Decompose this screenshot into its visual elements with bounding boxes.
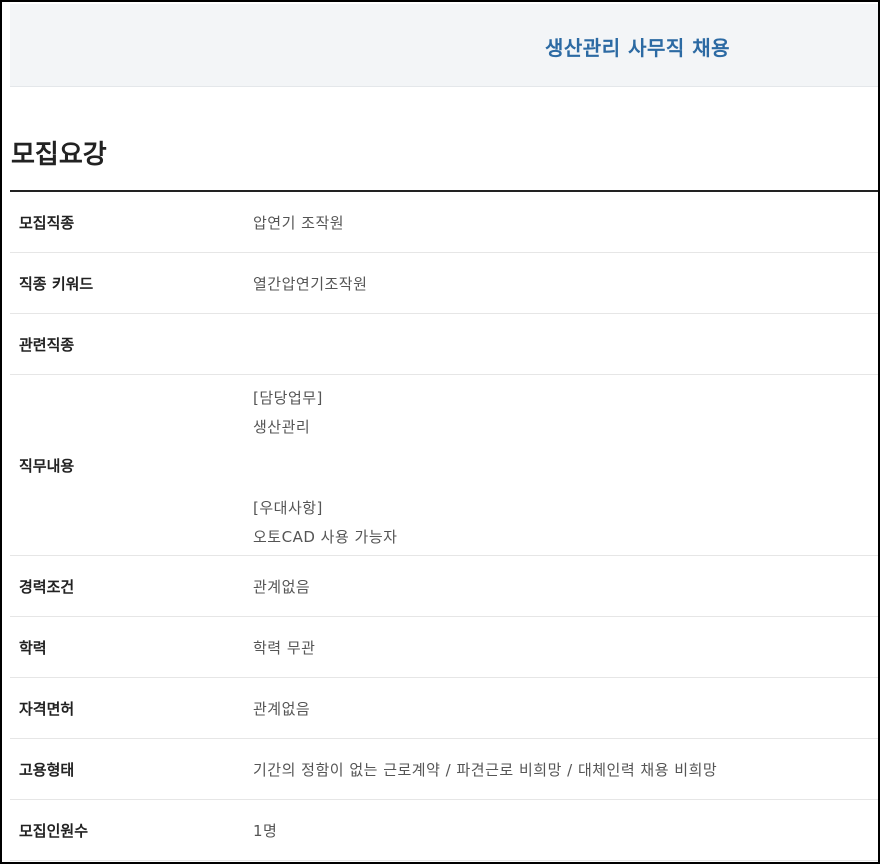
row-label: 모집직종: [19, 213, 75, 232]
table-row-job-category: 모집직종 압연기 조작원: [10, 192, 878, 253]
section-title: 모집요강: [11, 140, 107, 170]
row-value: 압연기 조작원: [253, 213, 345, 232]
job-description-text: [담당업무] 생산관리 [우대사항] 오토CAD 사용 가능자: [253, 384, 397, 552]
table-row-keyword: 직종 키워드 열간압연기조작원: [10, 253, 878, 314]
row-label: 고용형태: [19, 760, 75, 779]
job-posting-panel: 생산관리 사무직 채용 모집요강 모집직종 압연기 조작원 직종 키워드 열간압…: [0, 0, 880, 864]
row-label: 관련직종: [19, 335, 75, 354]
table-row-employment-type: 고용형태 기간의 정함이 없는 근로계약 / 파견근로 비희망 / 대체인력 채…: [10, 739, 878, 800]
table-row-related-category: 관련직종: [10, 314, 878, 375]
row-label: 학력: [19, 638, 47, 657]
row-value: 열간압연기조작원: [253, 274, 368, 293]
table-row-experience: 경력조건 관계없음: [10, 556, 878, 617]
row-label: 자격면허: [19, 699, 75, 718]
row-value: 학력 무관: [253, 638, 316, 657]
job-title: 생산관리 사무직 채용: [545, 36, 731, 60]
table-row-license: 자격면허 관계없음: [10, 678, 878, 739]
row-label: 경력조건: [19, 577, 75, 596]
duties-heading: [담당업무]: [253, 389, 323, 407]
row-label: 직무내용: [19, 456, 75, 475]
row-value: 1명: [253, 821, 278, 840]
row-value: 관계없음: [253, 577, 311, 596]
preferences-heading: [우대사항]: [253, 499, 323, 517]
row-label: 모집인원수: [19, 821, 89, 840]
row-value: 관계없음: [253, 699, 311, 718]
table-row-education: 학력 학력 무관: [10, 617, 878, 678]
posting-header: 생산관리 사무직 채용: [10, 4, 878, 87]
row-label: 직종 키워드: [19, 274, 94, 293]
row-value: 기간의 정함이 없는 근로계약 / 파견근로 비희망 / 대체인력 채용 비희망: [253, 760, 718, 779]
preferences-text: 오토CAD 사용 가능자: [253, 528, 398, 546]
table-row-headcount: 모집인원수 1명: [10, 800, 878, 861]
duties-text: 생산관리: [253, 418, 311, 436]
table-row-job-description: 직무내용 [담당업무] 생산관리 [우대사항] 오토CAD 사용 가능자: [10, 375, 878, 556]
requirements-table: 모집직종 압연기 조작원 직종 키워드 열간압연기조작원 관련직종 직무내용 […: [10, 192, 878, 861]
